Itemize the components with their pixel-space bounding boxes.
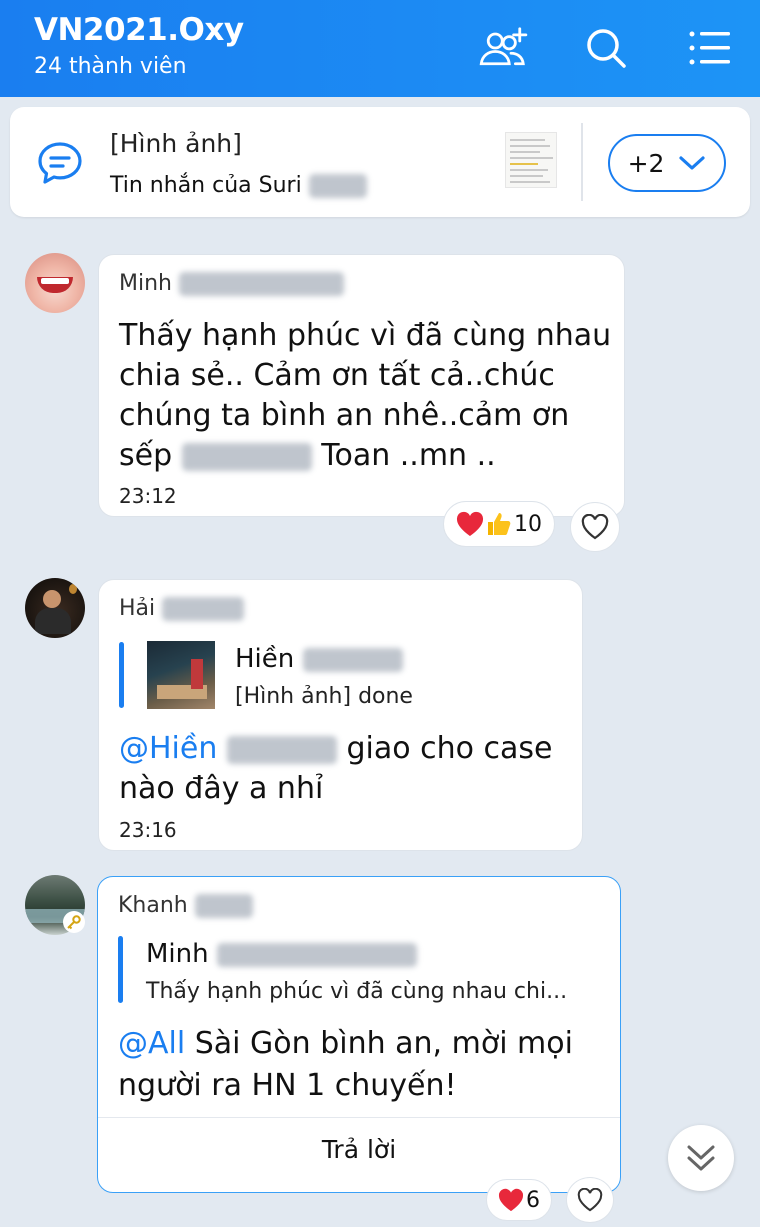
sender-first-name: Hải	[119, 596, 156, 621]
pinned-more-button[interactable]: +2	[608, 134, 726, 192]
search-icon[interactable]	[578, 20, 634, 76]
redacted-name	[178, 272, 344, 296]
react-heart-button[interactable]	[566, 1177, 614, 1223]
quote-author: Minh	[146, 939, 417, 969]
sender-name[interactable]: Hải	[119, 596, 245, 621]
member-count[interactable]: 24 thành viên	[34, 54, 187, 79]
sender-name[interactable]: Khanh	[118, 893, 253, 918]
mention[interactable]: @Hiền	[119, 731, 217, 766]
redacted-mention	[226, 735, 337, 764]
chevron-down-icon	[679, 156, 706, 170]
quote-text: Thấy hạnh phúc vì đã cùng nhau chi...	[146, 979, 568, 1004]
react-heart-button[interactable]	[570, 502, 620, 552]
sender-first-name: Khanh	[118, 893, 188, 918]
pinned-subtitle: Tin nhắn của Suri	[110, 173, 367, 198]
message-time: 23:16	[119, 818, 177, 842]
redacted-name	[162, 597, 245, 621]
quote-author: Hiền	[235, 644, 403, 674]
message-line: Thấy hạnh phúc vì đã cùng nhau	[119, 318, 612, 353]
pinned-message-bar[interactable]: [Hình ảnh] Tin nhắn của Suri +2	[10, 107, 750, 217]
message-text: Sài Gòn bình an, mời mọi	[194, 1026, 573, 1061]
reply-button[interactable]: Trả lời	[98, 1135, 620, 1164]
quote-author-first: Hiền	[235, 644, 295, 674]
quote-text: [Hình ảnh] done	[235, 684, 413, 709]
avatar[interactable]	[25, 578, 85, 638]
message-line: @Hiền giao cho case	[119, 729, 552, 769]
heart-icon	[581, 514, 609, 540]
message-time: 23:12	[119, 484, 177, 508]
avatar[interactable]	[25, 253, 85, 313]
redacted-name	[308, 174, 367, 198]
divider	[581, 123, 583, 201]
reaction-count: 6	[526, 1187, 540, 1213]
message-line: nào đây a nhỉ	[119, 771, 324, 806]
key-badge-icon	[63, 911, 85, 933]
sender-name[interactable]: Minh	[119, 271, 344, 296]
double-chevron-down-icon	[687, 1145, 715, 1171]
pinned-author-label: Tin nhắn của Suri	[110, 173, 302, 198]
redacted-name	[216, 942, 417, 967]
redacted-name	[194, 894, 253, 918]
redacted-mention	[181, 442, 312, 471]
message-line: chúng ta bình an nhê..cảm ơn	[119, 398, 570, 433]
menu-icon[interactable]	[682, 20, 738, 76]
reaction-summary[interactable]: 10	[443, 501, 555, 547]
thumbs-up-icon	[488, 513, 511, 535]
scroll-to-bottom-button[interactable]	[668, 1125, 734, 1191]
chat-bubble-icon	[36, 139, 84, 191]
quote-author-first: Minh	[146, 939, 209, 969]
message-bubble[interactable]: Minh Thấy hạnh phúc vì đã cùng nhau chia…	[98, 254, 625, 517]
reaction-count: 10	[514, 511, 542, 537]
redacted-name	[302, 647, 403, 672]
chat-header: VN2021.Oxy 24 thành viên	[0, 0, 760, 97]
pinned-more-count: +2	[627, 148, 665, 178]
pinned-image-thumbnail[interactable]	[505, 132, 557, 188]
sender-first-name: Minh	[119, 271, 172, 296]
pinned-title: [Hình ảnh]	[110, 129, 242, 158]
message-text: giao cho case	[346, 731, 553, 766]
heart-icon	[577, 1188, 603, 1212]
message-line: người ra HN 1 chuyến!	[118, 1068, 457, 1103]
message-line: @All Sài Gòn bình an, mời mọi	[118, 1024, 573, 1064]
group-title[interactable]: VN2021.Oxy	[34, 12, 244, 48]
mention[interactable]: @All	[118, 1026, 185, 1061]
add-member-icon[interactable]	[476, 20, 532, 76]
quote-image-thumbnail[interactable]	[147, 641, 215, 709]
message-bubble[interactable]: Hải Hiền [Hình ảnh] done @Hiền giao cho …	[98, 579, 583, 851]
message-bubble-highlighted[interactable]: Khanh Minh Thấy hạnh phúc vì đã cùng nha…	[97, 876, 621, 1193]
message-line: chia sẻ.. Cảm ơn tất cả..chúc	[119, 358, 555, 393]
heart-icon	[498, 1188, 524, 1212]
heart-icon	[456, 511, 484, 536]
message-text: Toan ..mn ..	[321, 438, 496, 473]
message-line: sếp Toan ..mn ..	[119, 436, 496, 476]
divider	[98, 1117, 620, 1118]
quote-bar	[118, 936, 123, 1003]
message-text: sếp	[119, 438, 173, 473]
reaction-summary[interactable]: 6	[486, 1179, 552, 1221]
quote-bar	[119, 642, 124, 708]
